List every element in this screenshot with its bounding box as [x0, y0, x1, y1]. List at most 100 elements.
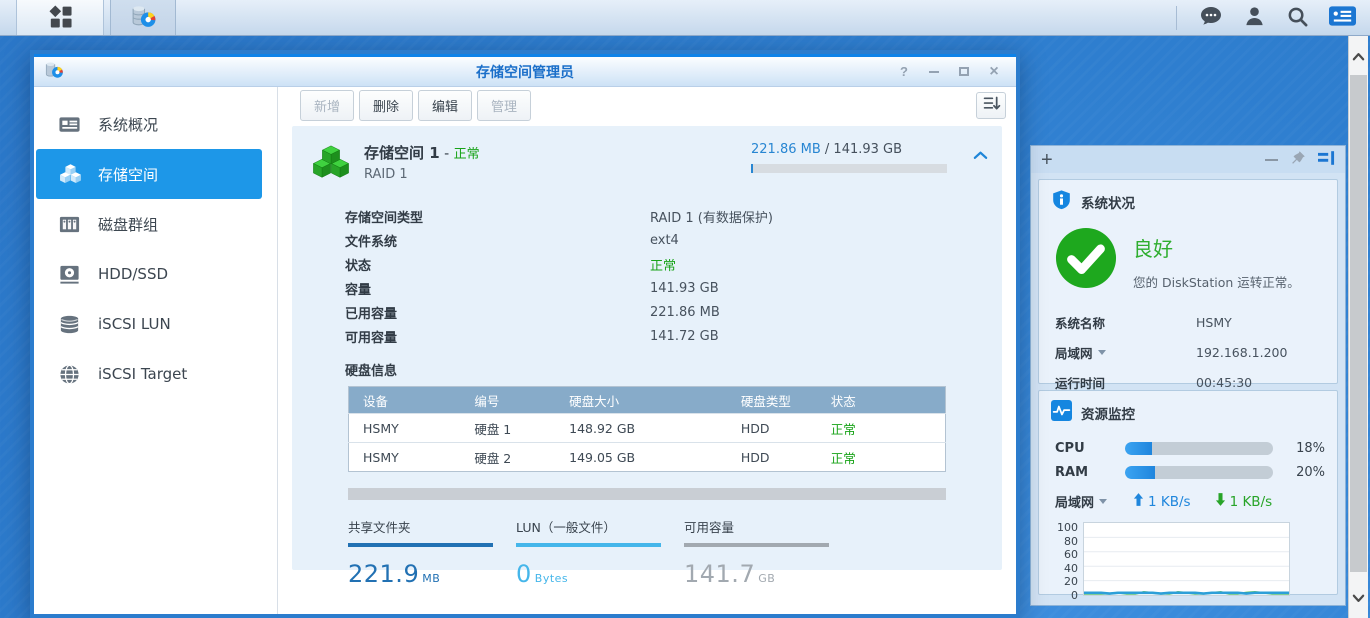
scrollbar-thumb[interactable] [1350, 75, 1367, 572]
window-titlebar[interactable]: 存储空间管理员 ? × [34, 57, 1016, 87]
health-message: 您的 DiskStation 运转正常。 [1133, 272, 1300, 291]
resource-monitor-title-row[interactable]: 资源监控 [1051, 400, 1325, 425]
scroll-up-button[interactable] [1349, 36, 1368, 74]
system-info-label[interactable]: 局域网 [1055, 343, 1196, 362]
collapse-all-button[interactable] [976, 92, 1006, 119]
volume-cubes-icon [310, 142, 352, 188]
disk-table-header: 编号 [474, 387, 569, 414]
maximize-icon [959, 67, 969, 76]
meter-fill [1125, 466, 1155, 479]
used-capacity-text: 221.86 MB [751, 142, 821, 157]
volume-usage-bar [751, 164, 947, 173]
legend-label: LUN（一般文件） [516, 517, 661, 536]
disk-table-header: 硬盘类型 [741, 387, 831, 414]
chart-tick-label: 40 [1064, 563, 1078, 574]
pilot-view-icon [1329, 6, 1356, 29]
user-menu-button[interactable] [1243, 5, 1266, 31]
system-info-rows: 系统名称 HSMY 局域网 192.168.1.200 运行时间 00:45:3… [1051, 307, 1325, 397]
shield-info-icon [1051, 189, 1072, 214]
main-menu-button[interactable] [16, 0, 104, 35]
close-icon: × [989, 64, 998, 80]
disk-cell: 硬盘 1 [474, 414, 569, 443]
chart-y-axis: 100806040200 [1051, 522, 1083, 596]
detail-row: 存储空间类型RAID 1 (有数据保护) [345, 204, 1002, 228]
system-info-value: HSMY [1196, 315, 1232, 330]
sidebar-item-label: 存储空间 [98, 164, 158, 185]
toolbar-delete-button[interactable]: 删除 [359, 90, 413, 121]
detail-value: ext4 [650, 233, 679, 248]
volume-status: 正常 [454, 147, 480, 162]
sidebar-item-label: 磁盘群组 [98, 214, 158, 235]
sidebar-item-overview[interactable]: 系统概况 [36, 99, 262, 149]
volume-name: 存储空间 1 [364, 144, 440, 162]
volume-panel: 存储空间 1 - 正常 RAID 1 221.86 MB / 141.93 GB [292, 126, 1002, 570]
download-rate: 1 KB/s [1230, 494, 1273, 510]
caret-down-icon [1098, 350, 1106, 355]
toolbar-manage-button: 管理 [477, 90, 531, 121]
pilot-view-button[interactable] [1329, 6, 1356, 29]
minimize-button[interactable] [922, 62, 946, 82]
sidebar-item-iscsi-target[interactable]: iSCSI Target [36, 349, 262, 399]
detail-value: 正常 [650, 255, 676, 274]
collapse-volume-button[interactable] [973, 144, 988, 166]
disk-row[interactable]: HSMY硬盘 2149.05 GBHDD正常 [349, 443, 946, 472]
window-controls: ? × [892, 62, 1006, 82]
help-button[interactable]: ? [892, 62, 916, 82]
taskbar-right [1176, 0, 1370, 35]
detail-label: 已用容量 [345, 303, 650, 322]
widget-panel: + 系统状况 [1030, 145, 1346, 606]
toolbar-edit-button[interactable]: 编辑 [418, 90, 472, 121]
disk-group-icon [58, 211, 84, 237]
main-menu-icon [48, 4, 73, 32]
disk-row[interactable]: HSMY硬盘 1148.92 GBHDD正常 [349, 414, 946, 443]
detail-label: 容量 [345, 279, 650, 298]
system-info-label: 运行时间 [1055, 373, 1196, 392]
search-button[interactable] [1286, 5, 1309, 31]
sidebar-item-iscsi-lun[interactable]: iSCSI LUN [36, 299, 262, 349]
legend-block: 可用容量 141.7GB [684, 517, 829, 588]
scroll-down-button[interactable] [1349, 578, 1368, 616]
total-capacity-text: 141.93 GB [833, 142, 902, 157]
disk-table-body: HSMY硬盘 1148.92 GBHDD正常HSMY硬盘 2149.05 GBH… [349, 414, 946, 472]
detail-row: 文件系统ext4 [345, 228, 1002, 252]
disk-cell: HSMY [349, 443, 475, 472]
storage-manager-icon [130, 3, 157, 33]
close-button[interactable]: × [982, 62, 1006, 82]
sidebar-item-disk-group[interactable]: 磁盘群组 [36, 199, 262, 249]
hdd-icon [58, 261, 84, 287]
meter-row-cpu: CPU 18% [1051, 436, 1325, 460]
system-health-title-row[interactable]: 系统状况 [1051, 189, 1325, 214]
iscsi-target-icon [58, 361, 84, 387]
upload-arrow-icon [1133, 493, 1144, 510]
notifications-button[interactable] [1199, 4, 1223, 31]
storage-manager-task-button[interactable] [110, 0, 176, 35]
legend-value: 0Bytes [516, 560, 661, 588]
legend-label: 可用容量 [684, 517, 829, 536]
pin-panel-button[interactable] [1290, 150, 1306, 169]
add-widget-button[interactable]: + [1041, 150, 1053, 170]
minimize-panel-button[interactable] [1265, 159, 1278, 161]
detail-label: 存储空间类型 [345, 207, 650, 226]
maximize-button[interactable] [952, 62, 976, 82]
volume-header: 存储空间 1 - 正常 RAID 1 221.86 MB / 141.93 GB [292, 142, 1002, 188]
sidebar-item-hdd-ssd[interactable]: HDD/SSD [36, 249, 262, 299]
disk-table-header: 状态 [831, 387, 946, 414]
system-info-row: 局域网 192.168.1.200 [1051, 337, 1325, 367]
desktop-scrollbar[interactable] [1348, 36, 1368, 618]
health-status: 良好 [1133, 233, 1300, 262]
meter-value: 18% [1296, 441, 1325, 456]
chart-tick-label: 80 [1064, 536, 1078, 547]
lan-selector[interactable]: 局域网 [1055, 492, 1125, 511]
overview-icon [58, 111, 84, 137]
volume-details: 存储空间类型RAID 1 (有数据保护)文件系统ext4状态正常容量141.93… [345, 204, 1002, 348]
meter-label: RAM [1055, 465, 1125, 480]
lan-throughput-chart: 100806040200 [1051, 522, 1325, 596]
system-health-title: 系统状况 [1081, 192, 1135, 212]
volume-usage: 221.86 MB / 141.93 GB [751, 142, 947, 188]
notifications-icon [1199, 4, 1223, 31]
detail-value: RAID 1 (有数据保护) [650, 207, 773, 226]
sidebar-item-volume[interactable]: 存储空间 [36, 149, 262, 199]
disk-cell: 硬盘 2 [474, 443, 569, 472]
dock-panel-button[interactable] [1318, 151, 1335, 168]
meter-label: CPU [1055, 441, 1125, 456]
